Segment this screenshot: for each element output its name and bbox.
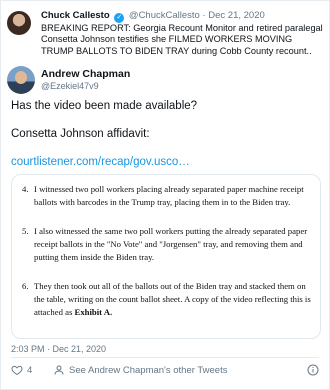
- quoted-name[interactable]: Chuck Callesto: [41, 10, 110, 21]
- exhibit-label: Exhibit A.: [74, 307, 113, 317]
- affidavit-image[interactable]: 4. I witnessed two poll workers placing …: [11, 174, 321, 339]
- paragraph-text: I also witnessed the same two poll worke…: [34, 226, 308, 262]
- quoted-handle[interactable]: @ChuckCallesto: [129, 10, 200, 21]
- like-button[interactable]: 4: [11, 364, 32, 376]
- avatar[interactable]: [7, 66, 35, 94]
- paragraph-number: 5.: [22, 226, 29, 236]
- quoted-text: BREAKING REPORT: Georgia Recount Monitor…: [41, 23, 323, 56]
- quoted-tweet[interactable]: Chuck Callesto ✓ @ChuckCallesto · Dec 21…: [7, 7, 323, 63]
- tweet-timestamp[interactable]: 2:03 PM · Dec 21, 2020: [11, 344, 106, 354]
- tweet-link[interactable]: courtlistener.com/recap/gov.usco…: [11, 156, 190, 168]
- info-icon[interactable]: [307, 364, 319, 376]
- author-handle[interactable]: @Ezekiel47v9: [41, 81, 99, 91]
- affidavit-paragraph: 6. They then took out all of the ballots…: [22, 280, 312, 319]
- paragraph-number: 6.: [22, 281, 29, 291]
- tweet-embed: Chuck Callesto ✓ @ChuckCallesto · Dec 21…: [0, 0, 330, 390]
- person-icon: [54, 365, 64, 375]
- affidavit-paragraph: 4. I witnessed two poll workers placing …: [22, 183, 312, 209]
- tweet-text-line-1: Has the video been made available?: [11, 100, 198, 112]
- quoted-avatar[interactable]: [7, 11, 31, 35]
- paragraph-text: I witnessed two poll workers placing alr…: [34, 184, 304, 207]
- verified-badge-icon: ✓: [114, 13, 125, 23]
- see-more-tweets-link[interactable]: See Andrew Chapman's other Tweets: [53, 364, 227, 376]
- see-more-label: See Andrew Chapman's other Tweets: [69, 364, 228, 376]
- quoted-date[interactable]: · Dec 21, 2020: [202, 10, 264, 21]
- quoted-header: Chuck Callesto ✓ @ChuckCallesto · Dec 21…: [41, 10, 265, 23]
- author-name[interactable]: Andrew Chapman: [41, 68, 130, 80]
- paragraph-text-wrap: They then took out all of the ballots ou…: [22, 280, 312, 319]
- affidavit-paragraph: 5. I also witnessed the same two poll wo…: [22, 225, 312, 264]
- heart-icon: [11, 365, 23, 376]
- paragraph-number: 4.: [22, 184, 29, 194]
- like-count: 4: [27, 364, 33, 376]
- tweet-text-line-2: Consetta Johnson affidavit:: [11, 128, 150, 140]
- divider: [11, 357, 319, 358]
- tweet-author: Andrew Chapman @Ezekiel47v9: [7, 64, 323, 94]
